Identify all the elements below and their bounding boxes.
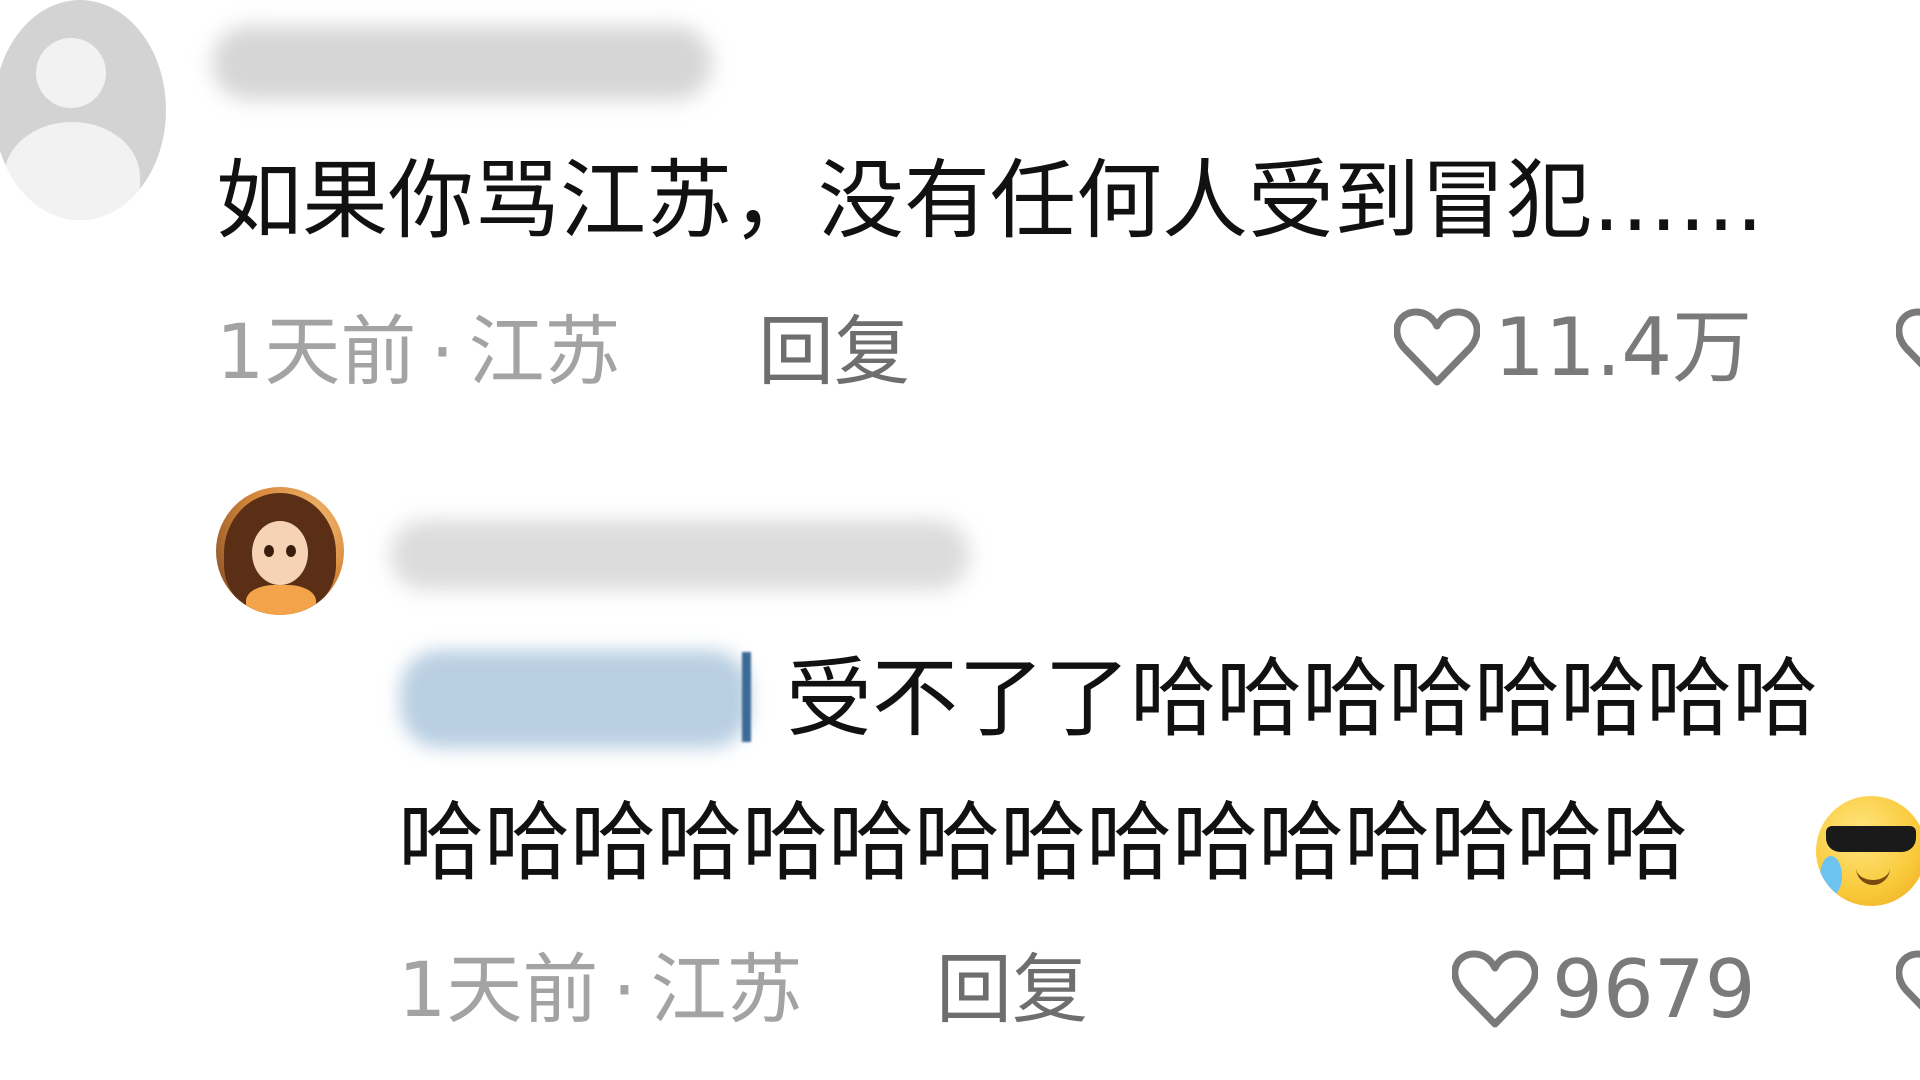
emoji-tear-shape (1820, 856, 1842, 896)
like-button[interactable]: 9679 (1452, 950, 1756, 1030)
blurred-username[interactable] (390, 520, 970, 590)
reply-text-line: 哈哈哈哈哈哈哈哈哈哈哈哈哈哈哈 (398, 793, 1688, 893)
dislike-heart-icon (1896, 950, 1920, 1010)
like-count: 11.4万 (1494, 301, 1753, 394)
dislike-button[interactable] (1896, 308, 1920, 388)
avatar-body-shape (4, 122, 140, 220)
comment-text: 如果你骂江苏，没有任何人受到冒犯…… (216, 151, 1764, 251)
mention-cursor (742, 652, 751, 742)
heart-icon (1452, 950, 1538, 1028)
default-avatar[interactable] (0, 0, 166, 220)
blurred-mention[interactable] (400, 650, 750, 748)
sunglasses-tears-emoji-icon (1816, 796, 1920, 906)
meta-separator: · (430, 307, 455, 396)
heart-icon (1394, 308, 1480, 386)
meta-separator: · (612, 945, 637, 1034)
reply-button[interactable]: 回复 (758, 314, 910, 390)
avatar-head-shape (36, 38, 106, 108)
reply-text-line: 受不了了哈哈哈哈哈哈哈哈 (786, 649, 1818, 749)
like-button[interactable]: 11.4万 (1394, 308, 1752, 388)
emoji-glasses-shape (1826, 826, 1916, 852)
avatar-eye-shape (286, 545, 296, 557)
reply-button[interactable]: 回复 (936, 952, 1088, 1028)
dislike-button[interactable] (1896, 950, 1920, 1030)
comment-list: 如果你骂江苏，没有任何人受到冒犯…… 1天前 · 江苏 回复 11.4万 受不了了哈… (0, 0, 1920, 1080)
dislike-heart-icon (1896, 308, 1920, 368)
blurred-username[interactable] (212, 26, 712, 100)
comment-meta: 1天前 · 江苏 (216, 314, 621, 390)
like-count: 9679 (1552, 943, 1756, 1036)
reply-location: 江苏 (650, 945, 803, 1034)
comment-location: 江苏 (468, 307, 621, 396)
emoji-mouth-shape (1856, 866, 1890, 885)
avatar-eye-shape (264, 545, 274, 557)
avatar-shirt-shape (246, 585, 316, 615)
reply-time: 1天前 (398, 945, 599, 1034)
reply-meta: 1天前 · 江苏 (398, 952, 803, 1028)
avatar-face-shape (252, 521, 308, 585)
comment-time: 1天前 (216, 307, 417, 396)
cartoon-girl-avatar[interactable] (216, 487, 344, 615)
